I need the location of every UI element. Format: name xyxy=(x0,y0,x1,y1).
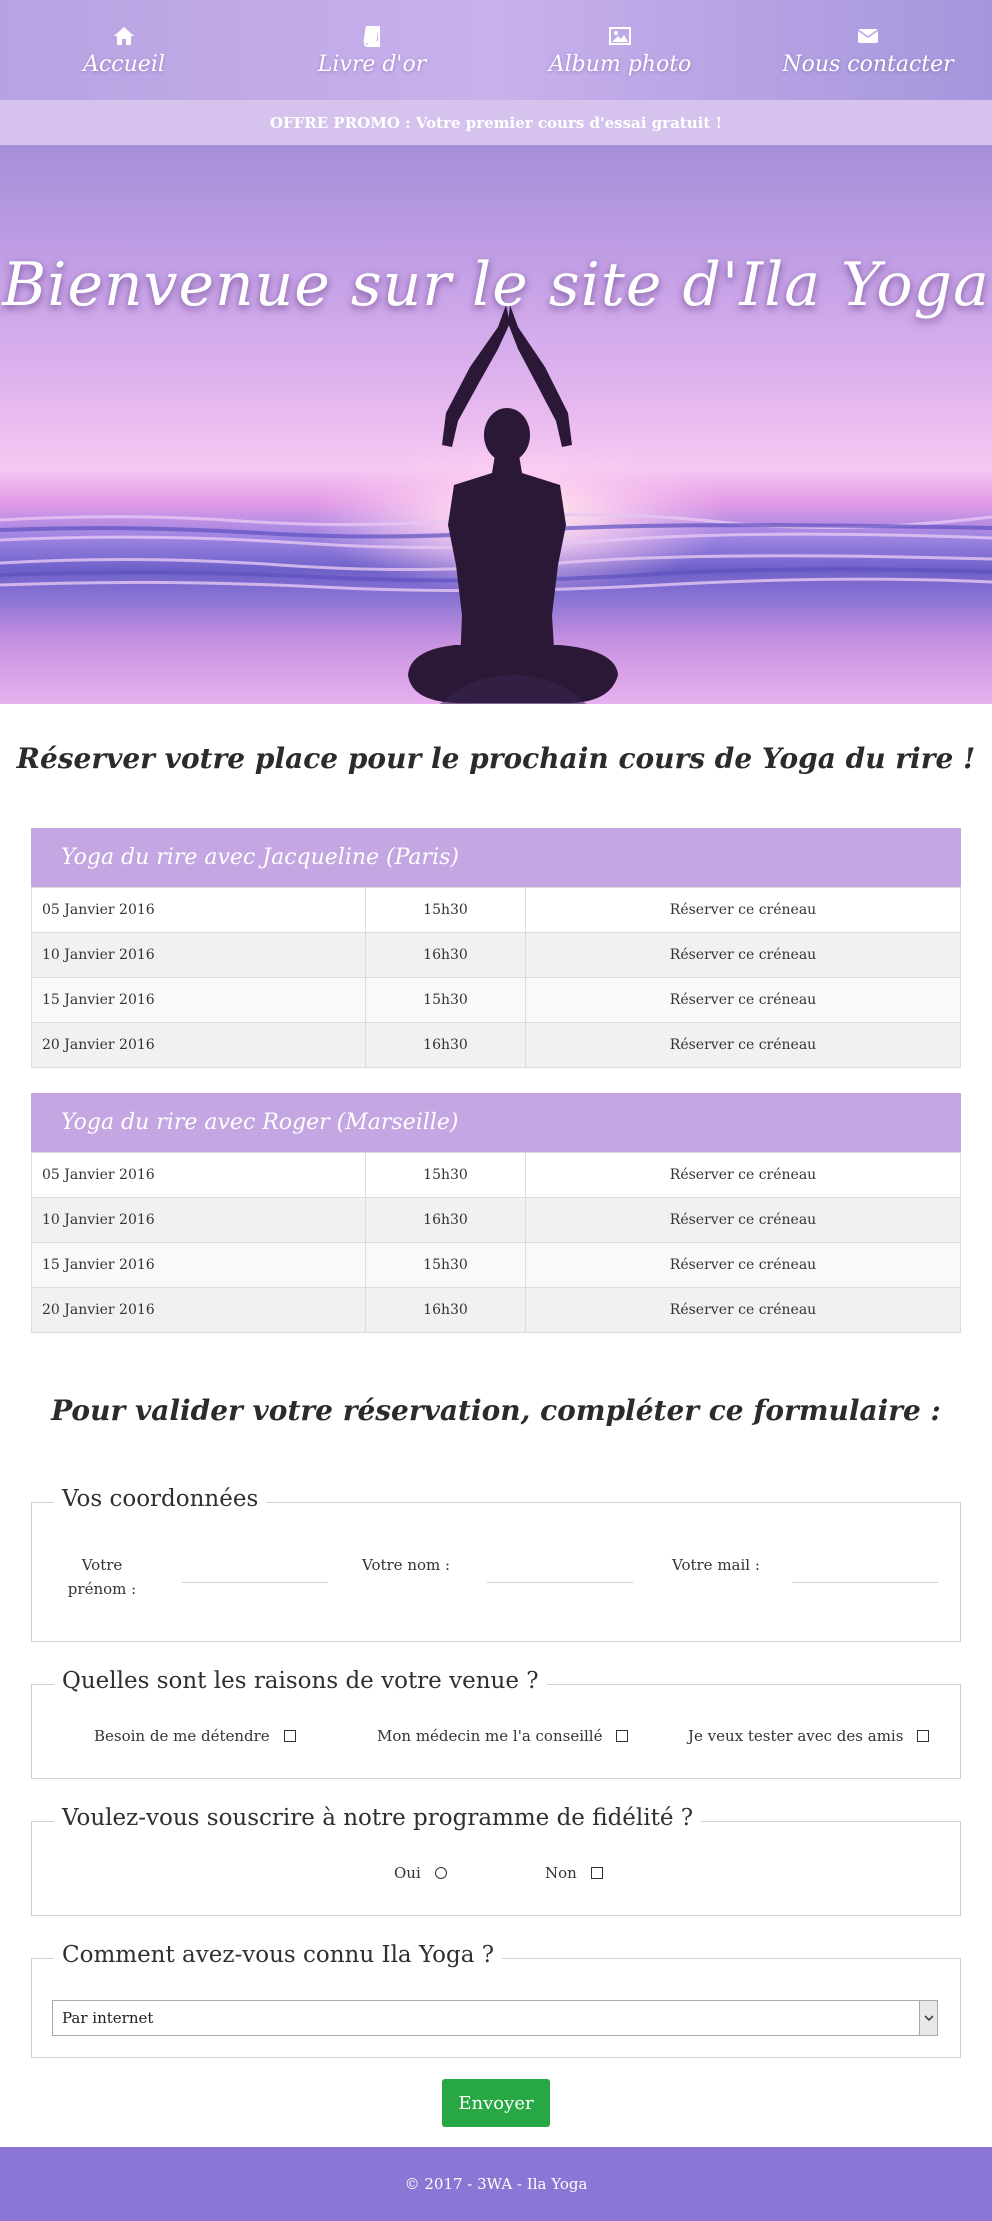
firstname-input[interactable] xyxy=(182,1557,328,1583)
nav-item-accueil[interactable]: Accueil xyxy=(0,0,248,100)
table-row: 20 Janvier 2016 16h30 Réserver ce crénea… xyxy=(31,1287,961,1333)
table-row: 05 Janvier 2016 15h30 Réserver ce crénea… xyxy=(31,887,961,933)
hero-title: Bienvenue sur le site d'Ila Yoga xyxy=(2,250,990,320)
reserve-link[interactable]: Réserver ce créneau xyxy=(525,1022,961,1068)
nav-item-album-photo[interactable]: Album photo xyxy=(496,0,744,100)
reserve-link[interactable]: Réserver ce créneau xyxy=(525,977,961,1023)
loyalty-no-label: Non xyxy=(545,1864,577,1882)
source-select[interactable]: Par internet xyxy=(52,2000,938,2036)
reason-label: Besoin de me détendre xyxy=(94,1727,270,1745)
table-row: 15 Janvier 2016 15h30 Réserver ce crénea… xyxy=(31,1242,961,1288)
loyalty-legend: Voulez-vous souscrire à notre programme … xyxy=(54,1805,702,1831)
nav-label: Nous contacter xyxy=(782,51,954,77)
schedule-panel-title: Yoga du rire avec Roger (Marseille) xyxy=(31,1093,961,1152)
nav-label: Accueil xyxy=(83,51,165,77)
date-cell: 05 Janvier 2016 xyxy=(31,1152,366,1198)
promo-banner: OFFRE PROMO : Votre premier cours d'essa… xyxy=(0,100,992,145)
book-icon xyxy=(363,25,380,47)
nav-label: Album photo xyxy=(548,51,692,77)
loyalty-no-option[interactable]: Non xyxy=(545,1864,603,1882)
reserve-link[interactable]: Réserver ce créneau xyxy=(525,887,961,933)
reason-label: Je veux tester avec des amis xyxy=(688,1727,904,1745)
reason-label: Mon médecin me l'a conseillé xyxy=(377,1727,603,1745)
submit-button[interactable]: Envoyer xyxy=(442,2079,550,2127)
time-cell: 15h30 xyxy=(365,1152,526,1198)
image-icon xyxy=(609,26,631,45)
date-cell: 20 Janvier 2016 xyxy=(31,1022,366,1068)
checkbox[interactable] xyxy=(917,1730,930,1742)
nav-label: Livre d'or xyxy=(317,51,427,77)
time-cell: 15h30 xyxy=(365,1242,526,1288)
loyalty-yes-label: Oui xyxy=(394,1864,421,1882)
chevron-down-icon[interactable] xyxy=(919,2001,937,2035)
nav-item-nous-contacter[interactable]: Nous contacter xyxy=(744,0,992,100)
source-selected-value: Par internet xyxy=(62,2009,154,2027)
table-row: 10 Janvier 2016 16h30 Réserver ce crénea… xyxy=(31,1197,961,1243)
time-cell: 15h30 xyxy=(365,977,526,1023)
loyalty-yes-option[interactable]: Oui xyxy=(394,1864,447,1882)
home-icon xyxy=(114,26,134,45)
form-title: Pour valider votre réservation, compléte… xyxy=(51,1394,941,1427)
reserve-link[interactable]: Réserver ce créneau xyxy=(525,932,961,978)
time-cell: 16h30 xyxy=(365,932,526,978)
footer-text: © 2017 - 3WA - Ila Yoga xyxy=(404,2175,588,2193)
reserve-link[interactable]: Réserver ce créneau xyxy=(525,1287,961,1333)
reason-option-doctor[interactable]: Mon médecin me l'a conseillé xyxy=(377,1727,629,1745)
yoga-silhouette-image xyxy=(0,305,992,704)
reason-option-relax[interactable]: Besoin de me détendre xyxy=(94,1727,296,1745)
radio-button[interactable] xyxy=(434,1867,447,1879)
email-label: Votre mail : xyxy=(672,1556,760,1574)
reasons-legend: Quelles sont les raisons de votre venue … xyxy=(54,1668,547,1694)
reasons-fieldset: Quelles sont les raisons de votre venue … xyxy=(31,1668,961,1779)
reason-option-friends[interactable]: Je veux tester avec des amis xyxy=(688,1727,930,1745)
schedule-panel-roger: Yoga du rire avec Roger (Marseille) 05 J… xyxy=(31,1093,961,1333)
hero-banner: Bienvenue sur le site d'Ila Yoga xyxy=(0,145,992,704)
date-cell: 10 Janvier 2016 xyxy=(31,932,366,978)
table-row: 20 Janvier 2016 16h30 Réserver ce crénea… xyxy=(31,1022,961,1068)
top-navigation: Accueil Livre d'or Album photo Nous cont… xyxy=(0,0,992,100)
table-row: 05 Janvier 2016 15h30 Réserver ce crénea… xyxy=(31,1152,961,1198)
footer: © 2017 - 3WA - Ila Yoga xyxy=(0,2147,992,2221)
schedule-panel-title: Yoga du rire avec Jacqueline (Paris) xyxy=(31,828,961,887)
date-cell: 10 Janvier 2016 xyxy=(31,1197,366,1243)
table-row: 10 Janvier 2016 16h30 Réserver ce crénea… xyxy=(31,932,961,978)
nav-item-livre-dor[interactable]: Livre d'or xyxy=(248,0,496,100)
time-cell: 16h30 xyxy=(365,1287,526,1333)
schedule-table: 05 Janvier 2016 15h30 Réserver ce crénea… xyxy=(31,1152,961,1333)
checkbox[interactable] xyxy=(616,1730,629,1742)
coordinates-fieldset: Vos coordonnées Votre prénom : Votre nom… xyxy=(31,1486,961,1642)
coordinates-legend: Vos coordonnées xyxy=(54,1486,267,1512)
checkbox[interactable] xyxy=(590,1867,603,1879)
lastname-label: Votre nom : xyxy=(362,1556,451,1574)
time-cell: 15h30 xyxy=(365,887,526,933)
table-row: 15 Janvier 2016 15h30 Réserver ce crénea… xyxy=(31,977,961,1023)
reserve-link[interactable]: Réserver ce créneau xyxy=(525,1197,961,1243)
firstname-label: Votre prénom : xyxy=(67,1556,137,1598)
envelope-icon xyxy=(857,28,879,43)
date-cell: 05 Janvier 2016 xyxy=(31,887,366,933)
booking-title: Réserver votre place pour le prochain co… xyxy=(16,742,976,775)
source-fieldset: Comment avez-vous connu Ila Yoga ? Par i… xyxy=(31,1942,961,2058)
date-cell: 15 Janvier 2016 xyxy=(31,1242,366,1288)
reserve-link[interactable]: Réserver ce créneau xyxy=(525,1152,961,1198)
source-legend: Comment avez-vous connu Ila Yoga ? xyxy=(54,1942,503,1968)
email-input[interactable] xyxy=(792,1557,938,1583)
checkbox[interactable] xyxy=(283,1730,296,1742)
loyalty-fieldset: Voulez-vous souscrire à notre programme … xyxy=(31,1805,961,1916)
time-cell: 16h30 xyxy=(365,1022,526,1068)
time-cell: 16h30 xyxy=(365,1197,526,1243)
date-cell: 15 Janvier 2016 xyxy=(31,977,366,1023)
schedule-panel-jacqueline: Yoga du rire avec Jacqueline (Paris) 05 … xyxy=(31,828,961,1068)
date-cell: 20 Janvier 2016 xyxy=(31,1287,366,1333)
schedule-table: 05 Janvier 2016 15h30 Réserver ce crénea… xyxy=(31,887,961,1068)
reserve-link[interactable]: Réserver ce créneau xyxy=(525,1242,961,1288)
lastname-input[interactable] xyxy=(487,1557,633,1583)
